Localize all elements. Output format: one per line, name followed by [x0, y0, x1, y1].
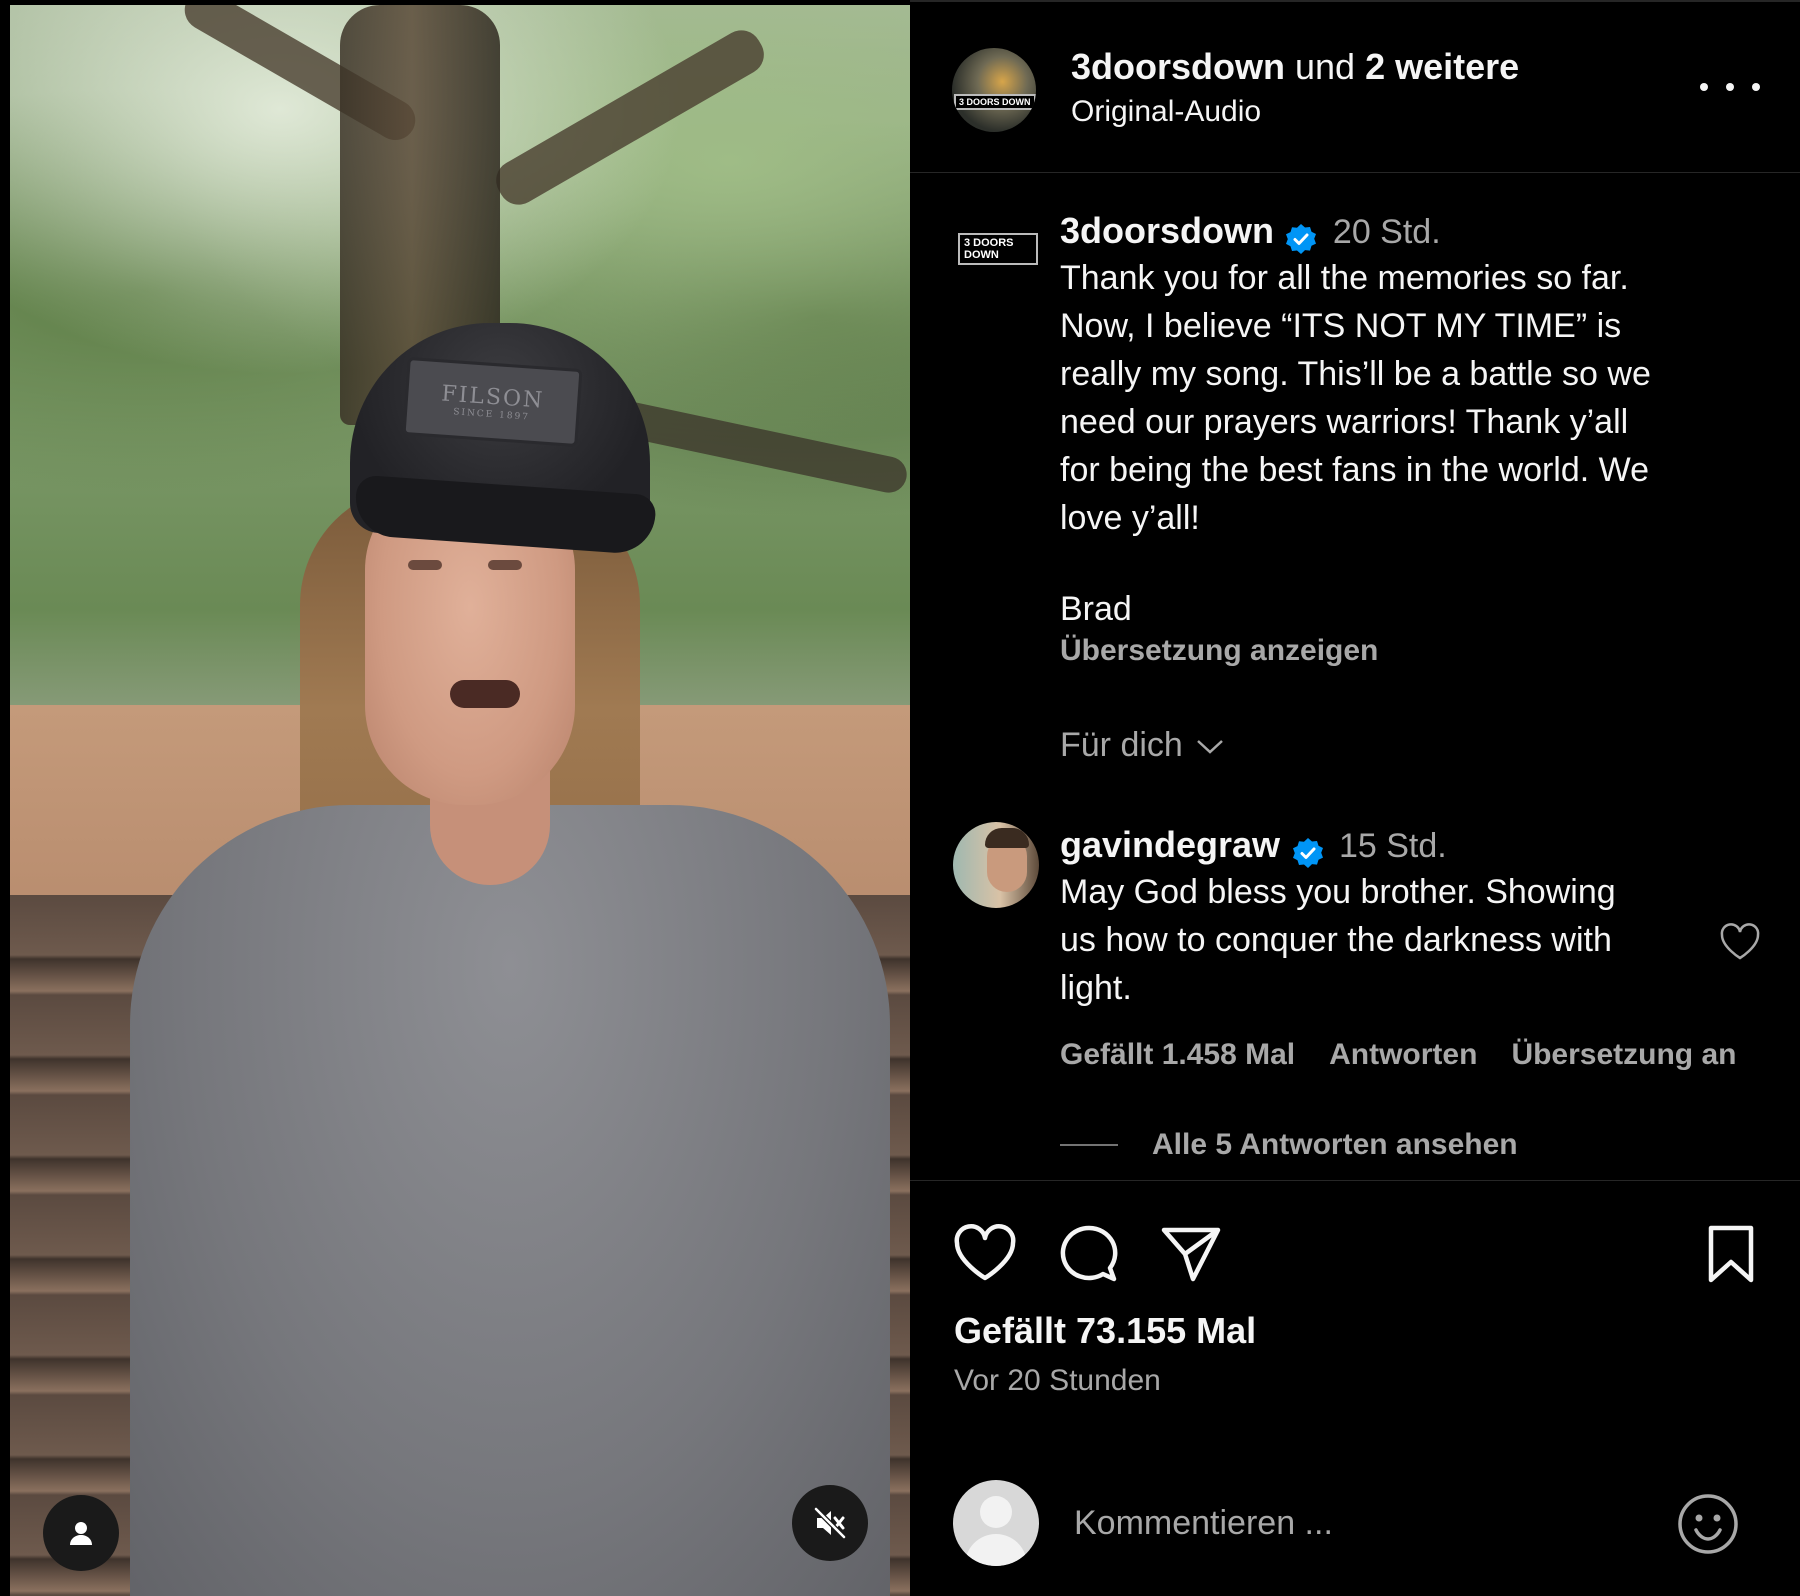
person: FILSON SINCE 1897	[10, 5, 910, 1596]
more-options-button[interactable]	[1700, 72, 1760, 102]
band-logo: 3 DOORS DOWN	[958, 233, 1038, 265]
divider	[910, 1180, 1800, 1181]
shirt	[130, 805, 890, 1596]
caption-header: 3doorsdown 20 Std.	[1060, 210, 1441, 256]
verified-icon	[1286, 223, 1317, 254]
comment-input[interactable]	[1074, 1498, 1634, 1548]
eye	[408, 560, 442, 570]
comment-translate-link[interactable]: Übersetzung an	[1511, 1038, 1736, 1072]
authors-joiner: und	[1295, 46, 1356, 87]
reel-video[interactable]: FILSON SINCE 1897	[10, 5, 910, 1596]
chevron-down-icon	[1196, 739, 1223, 754]
share-icon[interactable]	[1160, 1224, 1222, 1284]
view-replies-label: Alle 5 Antworten ansehen	[1152, 1128, 1518, 1161]
band-logo: 3 DOORS DOWN	[954, 94, 1036, 110]
post-sidebar: 3 DOORS DOWN 3doorsdown und 2 weitere Or…	[910, 0, 1800, 1596]
verified-icon	[1292, 837, 1323, 868]
mute-button[interactable]	[792, 1485, 868, 1561]
caption-avatar[interactable]: 3 DOORS DOWN	[958, 232, 1038, 266]
user-icon	[70, 1522, 92, 1545]
caption-signature: Brad	[1060, 590, 1132, 628]
coauthors-link[interactable]: 2 weitere	[1365, 46, 1519, 87]
author-avatar[interactable]: 3 DOORS DOWN	[952, 48, 1036, 132]
more-icon	[1726, 83, 1734, 91]
current-user-avatar	[953, 1480, 1039, 1566]
avatar-body	[965, 1534, 1027, 1566]
post-likes[interactable]: Gefällt 73.155 Mal	[954, 1310, 1256, 1352]
comment-time[interactable]: 15 Std.	[1339, 827, 1447, 865]
eye	[488, 560, 522, 570]
cap-patch: FILSON SINCE 1897	[402, 356, 583, 448]
comment-username[interactable]: gavindegraw	[1060, 824, 1280, 865]
comment-likes[interactable]: Gefällt 1.458 Mal	[1060, 1038, 1295, 1072]
comment-sort-dropdown[interactable]: Für dich	[1060, 726, 1225, 765]
caption-username[interactable]: 3doorsdown	[1060, 210, 1274, 251]
caption-text: Thank you for all the memories so far. N…	[1060, 259, 1651, 537]
author-link[interactable]: 3doorsdown	[1071, 46, 1285, 87]
view-replies-button[interactable]: Alle 5 Antworten ansehen	[1060, 1128, 1518, 1162]
show-translation-link[interactable]: Übersetzung anzeigen	[1060, 634, 1378, 668]
commenter-avatar[interactable]	[953, 822, 1039, 908]
reply-button[interactable]: Antworten	[1329, 1038, 1477, 1072]
mute-icon	[814, 1507, 846, 1539]
sort-label: Für dich	[1060, 726, 1183, 764]
mouth	[450, 680, 520, 708]
tagged-users-button[interactable]	[43, 1495, 119, 1571]
post-time[interactable]: Vor 20 Stunden	[954, 1364, 1161, 1398]
post-authors: 3doorsdown und 2 weitere	[1071, 46, 1519, 88]
comment-actions: Gefällt 1.458 Mal Antworten Übersetzung …	[1060, 1038, 1736, 1072]
avatar-hair	[985, 828, 1029, 848]
audio-link[interactable]: Original-Audio	[1071, 95, 1261, 129]
post-actions	[952, 1224, 1222, 1284]
more-icon	[1752, 83, 1760, 91]
comment-icon[interactable]	[1058, 1224, 1120, 1284]
caption-time[interactable]: 20 Std.	[1333, 213, 1441, 251]
more-icon	[1700, 83, 1708, 91]
bookmark-icon[interactable]	[1705, 1224, 1757, 1284]
emoji-icon[interactable]	[1676, 1492, 1740, 1556]
heart-icon	[1720, 923, 1760, 960]
comment-text: May God bless you brother. Showing us ho…	[1060, 873, 1616, 1007]
replies-dash	[1060, 1144, 1118, 1146]
comment-like-button[interactable]	[1718, 922, 1762, 967]
comment-header: gavindegraw 15 Std.	[1060, 824, 1447, 870]
divider	[910, 172, 1800, 173]
heart-icon[interactable]	[952, 1224, 1018, 1284]
divider	[910, 1432, 1800, 1433]
avatar-head	[980, 1496, 1012, 1528]
